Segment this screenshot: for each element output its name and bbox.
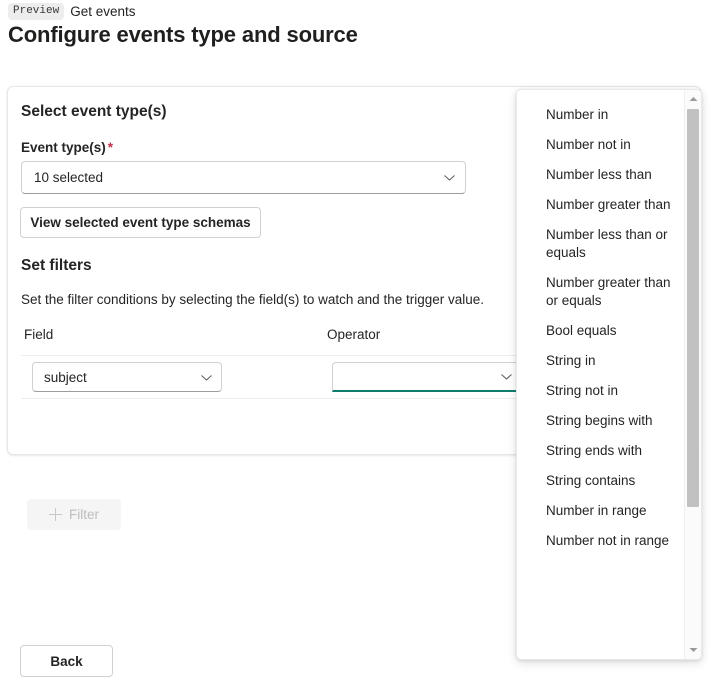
field-selected-value: subject — [44, 370, 87, 385]
operator-option[interactable]: Number less than or equals — [517, 220, 681, 268]
operator-option[interactable]: Number greater than or equals — [517, 268, 681, 316]
operator-option[interactable]: Bool equals — [517, 316, 681, 346]
field-combobox[interactable]: subject — [32, 362, 222, 392]
operator-option[interactable]: Number in range — [517, 496, 681, 526]
chevron-down-icon — [200, 371, 213, 384]
add-filter-label: Filter — [69, 507, 99, 522]
back-button[interactable]: Back — [20, 645, 113, 677]
field-cell: subject — [21, 362, 321, 392]
plus-icon — [49, 508, 62, 521]
operator-option[interactable]: String in — [517, 346, 681, 376]
operator-option[interactable]: Number less than — [517, 160, 681, 190]
page-title: Configure events type and source — [8, 22, 358, 48]
scroll-down-arrow-icon[interactable] — [685, 642, 701, 658]
dropdown-scrollbar[interactable] — [684, 90, 701, 659]
operator-option[interactable]: String not in — [517, 376, 681, 406]
section-title-set-filters: Set filters — [21, 257, 92, 275]
event-types-combobox[interactable]: 10 selected — [21, 161, 466, 194]
breadcrumb-item-get-events[interactable]: Get events — [70, 4, 135, 19]
operator-option[interactable]: Number not in — [517, 130, 681, 160]
chevron-down-icon — [443, 171, 456, 184]
operator-option[interactable]: Number not in range — [517, 526, 681, 556]
operator-option[interactable]: String ends with — [517, 436, 681, 466]
operator-option[interactable]: String begins with — [517, 406, 681, 436]
event-types-selected-value: 10 selected — [34, 170, 103, 185]
column-header-field: Field — [21, 327, 324, 342]
section-title-select-event-type: Select event type(s) — [21, 103, 167, 121]
preview-badge: Preview — [8, 3, 64, 20]
operator-combobox[interactable] — [332, 362, 522, 392]
scrollbar-thumb[interactable] — [687, 109, 699, 507]
view-selected-event-type-schemas-button[interactable]: View selected event type schemas — [20, 207, 261, 238]
breadcrumb: Preview Get events — [8, 2, 136, 20]
scroll-up-arrow-icon[interactable] — [685, 91, 701, 107]
add-filter-button[interactable]: Filter — [27, 499, 121, 530]
chevron-down-icon — [500, 370, 513, 383]
required-asterisk: * — [108, 140, 113, 155]
operator-option[interactable]: Number in — [517, 100, 681, 130]
operator-option[interactable]: String contains — [517, 466, 681, 496]
operator-dropdown-panel: Number inNumber not inNumber less thanNu… — [516, 89, 702, 660]
operator-option-list: Number inNumber not inNumber less thanNu… — [517, 100, 681, 556]
operator-option[interactable]: Number greater than — [517, 190, 681, 220]
event-types-label-text: Event type(s) — [21, 140, 106, 155]
event-types-label: Event type(s)* — [21, 140, 113, 155]
set-filters-helper-text: Set the filter conditions by selecting t… — [21, 292, 484, 307]
